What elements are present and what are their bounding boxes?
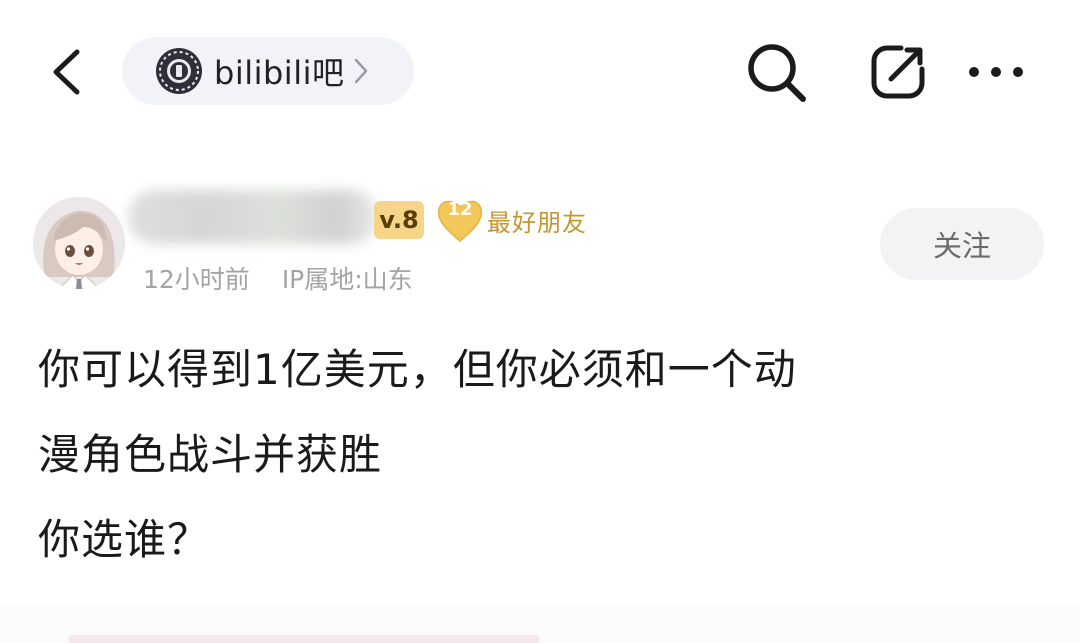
level-badge: v.8 (374, 201, 424, 239)
follow-button[interactable]: 关注 (880, 208, 1044, 280)
heart-badge-icon: 12 (435, 195, 485, 245)
chevron-left-icon (53, 49, 80, 95)
friend-badge: 12 最好朋友 (435, 195, 587, 245)
friend-label: 最好朋友 (487, 208, 587, 237)
search-button[interactable] (742, 40, 812, 106)
search-icon (748, 44, 806, 102)
post-content: 你可以得到1亿美元，但你必须和一个动 漫角色战斗并获胜 你选谁？ (38, 327, 1048, 582)
forum-chip[interactable]: bilibili吧 (122, 37, 414, 105)
anime-avatar (33, 197, 125, 289)
friend-level: 12 (447, 199, 473, 220)
share-icon (871, 45, 925, 99)
post-meta: 12小时前 IP属地:山东 (143, 260, 413, 296)
bilibili-forum-logo-icon (154, 46, 204, 96)
post-line: 你选谁？ (38, 515, 211, 564)
post-line: 你可以得到1亿美元，但你必须和一个动 (38, 345, 797, 394)
post-time: 12小时前 (143, 265, 250, 294)
more-button[interactable] (960, 44, 1032, 100)
chevron-right-icon (354, 58, 368, 84)
ip-location: IP属地:山东 (281, 265, 413, 294)
top-bar: bilibili吧 (0, 0, 1080, 150)
back-button[interactable] (40, 44, 92, 100)
username-blurred (128, 190, 378, 244)
avatar[interactable] (33, 197, 125, 289)
share-button[interactable] (866, 40, 930, 104)
post-line: 漫角色战斗并获胜 (38, 430, 383, 479)
more-dots-icon (969, 67, 1023, 77)
bottom-accent (68, 635, 540, 643)
post-page: bilibili吧 v.8 12 最好朋友 12小时前 IP属地:山东 关注 你… (0, 0, 1080, 643)
forum-name: bilibili吧 (214, 54, 345, 92)
